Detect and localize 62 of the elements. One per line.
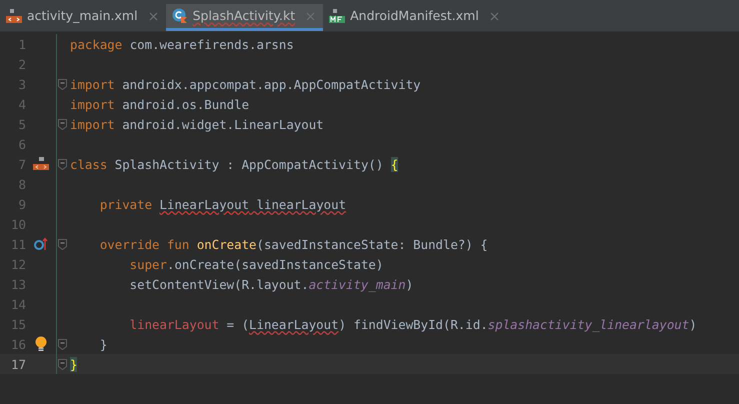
field-reference: splashactivity_linearlayout [488,316,690,332]
code-text: setContentView(R.layout. [128,276,309,292]
error-token: LinearLayout [160,196,250,212]
override-method-icon[interactable] [34,237,48,251]
fold-marker-icon[interactable] [58,338,67,350]
code-text: android.os.Bundle [122,96,250,112]
keyword: super [128,256,167,272]
code-text: (savedInstanceState: Bundle?) { [256,236,488,252]
error-token: linearLayout [256,196,346,212]
code-text: com.wearefirends.arsns [130,36,294,52]
line-number: 12 [10,256,26,272]
error-token: LinearLayout [249,316,339,332]
code-text: ) findViewById(R.id. [338,316,488,332]
code-text: android.widget.LinearLayout [122,116,324,132]
lightbulb-icon[interactable] [34,336,48,352]
line-number: 11 [10,236,26,252]
function-name: onCreate [196,236,257,252]
keyword: import [70,96,116,112]
keyword: private [98,196,154,212]
kotlin-class-icon [172,8,188,24]
line-number: 14 [10,296,26,312]
field-reference: activity_main [308,276,406,292]
line-number: 15 [10,316,26,332]
editor-tab[interactable]: AndroidManifest.xml [323,4,507,31]
line-number: 6 [17,136,26,152]
matched-brace: } [70,356,78,372]
line-number: 17 [10,356,26,372]
line-number: 9 [17,196,26,212]
fold-marker-icon[interactable] [58,238,67,250]
code-text: androidx.appcompat.app.AppCompatActivity [122,76,421,92]
keyword: class [70,156,108,172]
keyword: package [70,36,124,52]
fold-marker-icon[interactable] [58,158,67,170]
code-text: SplashActivity : AppCompatActivity() [114,156,384,172]
code-text: ) [406,276,414,292]
code-text: ) [689,316,697,332]
code-text: = ( [226,316,250,332]
variable-name: linearLayout [128,316,220,332]
matched-brace: { [390,156,398,172]
line-number: 13 [10,276,26,292]
line-number: 3 [17,76,26,92]
line-number: 16 [10,336,26,352]
line-number: 8 [17,176,26,192]
fold-marker-icon[interactable] [58,358,67,370]
xml-file-icon [6,8,22,24]
keyword: override fun [98,236,190,252]
xml-layout-icon[interactable] [33,156,49,172]
line-number: 1 [17,36,26,52]
editor-tab[interactable]: activity_main.xml [0,4,166,31]
fold-marker-icon[interactable] [58,118,67,130]
manifest-file-icon [329,8,346,24]
editor-tab[interactable]: SplashActivity.kt [166,4,324,31]
line-number: 5 [17,116,26,132]
line-number: 7 [17,156,26,172]
code-text: } [98,336,108,352]
code-text: .onCreate(savedInstanceState) [166,256,384,272]
keyword: import [70,76,116,92]
line-number: 2 [17,56,26,72]
fold-marker-icon[interactable] [58,78,67,90]
keyword: import [70,116,116,132]
line-number: 4 [17,96,26,112]
line-number: 10 [10,216,26,232]
